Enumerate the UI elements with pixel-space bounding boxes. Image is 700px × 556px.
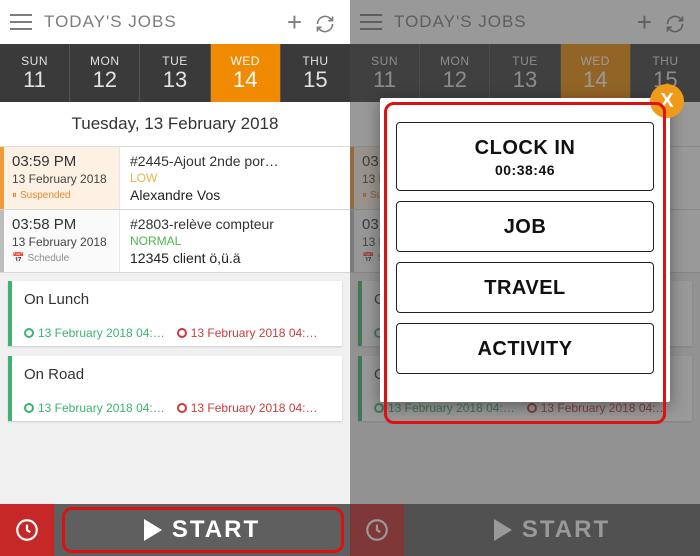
clock-icon (24, 403, 34, 413)
job-priority: NORMAL (130, 234, 340, 248)
clock-in-label: CLOCK IN (475, 137, 576, 159)
left-screen: TODAY'S JOBS + SUN 11 MON 12 TUE 13 WED … (0, 0, 350, 556)
job-time: 03:58 PM (12, 216, 111, 233)
job-time: 03:59 PM (12, 153, 111, 170)
job-priority: LOW (130, 171, 340, 185)
start-label: START (172, 516, 260, 544)
job-date: 13 February 2018 (12, 235, 111, 249)
day-tue[interactable]: TUE 13 (140, 44, 210, 102)
clock-icon (177, 403, 187, 413)
day-wed-selected[interactable]: WED 14 (211, 44, 281, 102)
activity-start: 13 February 2018 04:… (24, 326, 165, 340)
job-row[interactable]: 03:59 PM 13 February 2018 ⏸ Suspended #2… (0, 147, 350, 210)
clock-icon (177, 328, 187, 338)
day-sun[interactable]: SUN 11 (0, 44, 70, 102)
day-mon[interactable]: MON 12 (70, 44, 140, 102)
clock-in-button[interactable]: CLOCK IN 00:38:46 (396, 122, 654, 191)
job-details: #2445-Ajout 2nde por… LOW Alexandre Vos (120, 147, 350, 209)
job-meta: 03:58 PM 13 February 2018 📅 Schedule (0, 210, 120, 272)
activity-card[interactable]: On Lunch 13 February 2018 04:… 13 Februa… (8, 281, 342, 346)
day-thu[interactable]: THU 15 (281, 44, 350, 102)
refresh-icon[interactable] (310, 7, 340, 38)
activity-end: 13 February 2018 04:… (177, 326, 318, 340)
activity-label: On Road (24, 366, 332, 383)
job-title: #2445-Ajout 2nde por… (130, 153, 340, 169)
activity-label: On Lunch (24, 291, 332, 308)
job-title: #2803-relève compteur (130, 216, 340, 232)
start-button[interactable]: START (54, 516, 350, 544)
job-client: 12345 client ö,ü.ä (130, 250, 340, 266)
action-popup: X CLOCK IN 00:38:46 JOB TRAVEL ACTIVITY (380, 98, 670, 402)
clock-button[interactable] (0, 504, 54, 556)
job-button[interactable]: JOB (396, 201, 654, 252)
job-date: 13 February 2018 (12, 172, 111, 186)
header-title: TODAY'S JOBS (44, 12, 280, 32)
day-strip: SUN 11 MON 12 TUE 13 WED 14 THU 15 (0, 44, 350, 102)
clock-in-elapsed: 00:38:46 (397, 162, 653, 178)
pause-icon: ⏸ (12, 190, 17, 201)
date-heading: Tuesday, 13 February 2018 (0, 102, 350, 147)
job-status: ⏸ Suspended (12, 190, 111, 201)
activity-button[interactable]: ACTIVITY (396, 323, 654, 374)
travel-button[interactable]: TRAVEL (396, 262, 654, 313)
calendar-icon: 📅 (12, 253, 24, 264)
close-icon[interactable]: X (650, 84, 684, 118)
activity-times: 13 February 2018 04:… 13 February 2018 0… (24, 401, 332, 415)
menu-icon[interactable] (10, 14, 32, 30)
app-header: TODAY'S JOBS + (0, 0, 350, 44)
job-client: Alexandre Vos (130, 187, 340, 203)
job-status: 📅 Schedule (12, 253, 111, 264)
job-meta: 03:59 PM 13 February 2018 ⏸ Suspended (0, 147, 120, 209)
activity-card[interactable]: On Road 13 February 2018 04:… 13 Februar… (8, 356, 342, 421)
clock-icon (24, 328, 34, 338)
play-icon (144, 519, 162, 541)
add-icon[interactable]: + (280, 7, 310, 38)
job-details: #2803-relève compteur NORMAL 12345 clien… (120, 210, 350, 272)
activity-times: 13 February 2018 04:… 13 February 2018 0… (24, 326, 332, 340)
job-row[interactable]: 03:58 PM 13 February 2018 📅 Schedule #28… (0, 210, 350, 273)
footer-bar: START (0, 504, 350, 556)
activity-end: 13 February 2018 04:… (177, 401, 318, 415)
activity-start: 13 February 2018 04:… (24, 401, 165, 415)
right-screen: TODAY'S JOBS + SUN11 MON12 TUE13 WED14 T… (350, 0, 700, 556)
